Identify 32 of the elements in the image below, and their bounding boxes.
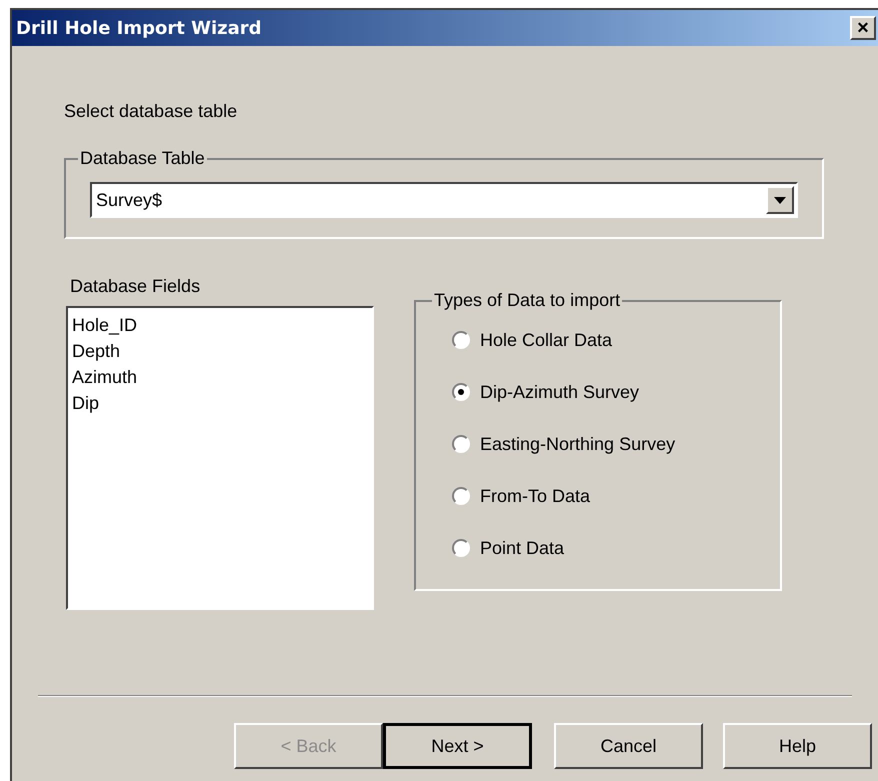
radio-button[interactable] — [452, 539, 470, 557]
radio-option[interactable]: From-To Data — [452, 484, 780, 508]
option-label: Hole Collar Data — [480, 328, 612, 352]
option-label: Easting-Northing Survey — [480, 432, 676, 456]
table-dropdown[interactable]: Survey$ — [90, 182, 798, 218]
radio-button[interactable] — [452, 383, 470, 401]
wizard-button[interactable]: Next > — [383, 723, 532, 769]
window-title: Drill Hole Import Wizard — [16, 16, 262, 40]
radio-option[interactable]: Point Data — [452, 536, 780, 560]
option-label: Point Data — [480, 536, 564, 560]
option-label: From-To Data — [480, 484, 590, 508]
option-label: Dip-Azimuth Survey — [480, 380, 640, 404]
list-item[interactable]: Dip — [72, 390, 368, 416]
radio-button[interactable] — [452, 331, 470, 349]
group-legend: Database Table — [78, 145, 207, 172]
radio-option[interactable]: Hole Collar Data — [452, 328, 780, 352]
close-button[interactable]: × — [850, 16, 876, 40]
wizard-button[interactable]: Cancel — [554, 723, 703, 769]
radio-button[interactable] — [452, 487, 470, 505]
wizard-button[interactable]: Help — [723, 723, 872, 769]
radio-option[interactable]: Dip-Azimuth Survey — [452, 380, 780, 404]
list-item[interactable]: Depth — [72, 338, 368, 364]
radio-button[interactable] — [452, 435, 470, 453]
instruction-text: Select database table — [64, 100, 238, 123]
dropdown-arrow-button[interactable] — [766, 186, 794, 214]
fields-label: Database Fields — [70, 275, 202, 298]
list-item[interactable]: Azimuth — [72, 364, 368, 390]
caret-icon — [774, 196, 786, 204]
list-item[interactable]: Hole_ID — [72, 312, 368, 338]
dropdown-value: Survey$ — [96, 188, 162, 212]
radio-option[interactable]: Easting-Northing Survey — [452, 432, 780, 456]
group-legend: Types of Data to import — [432, 287, 622, 314]
